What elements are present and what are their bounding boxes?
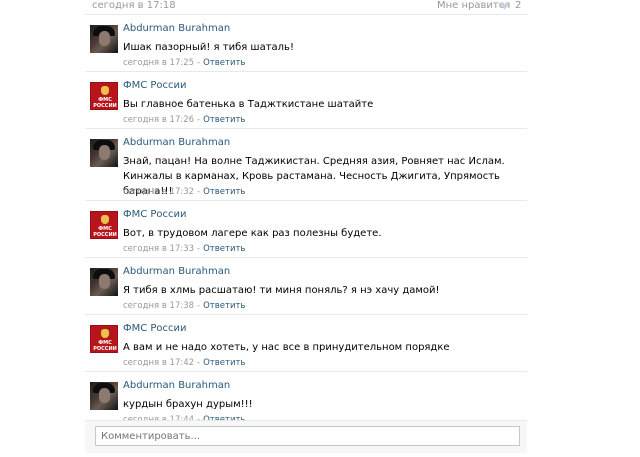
comment-meta: сегодня в 17:33- Ответить <box>123 244 245 254</box>
emblem-icon <box>101 215 109 224</box>
comment-item: Abdurman Burahman Знай, пацан! На волне … <box>85 128 527 200</box>
comment-meta: сегодня в 17:25- Ответить <box>123 58 245 68</box>
reply-button[interactable]: Ответить <box>203 115 245 125</box>
reply-button[interactable]: Ответить <box>203 358 245 368</box>
comment-item: ФМС РОССИИ ФМС России Вы главное батеньк… <box>85 71 527 128</box>
comment-time[interactable]: сегодня в 17:38 <box>123 301 194 311</box>
comment-text: А вам и не надо хотеть, у нас все в прин… <box>123 342 450 353</box>
comment-author[interactable]: ФМС России <box>123 209 187 220</box>
separator: - <box>197 244 201 254</box>
emblem-icon <box>101 86 109 95</box>
comment-item: ФМС РОССИИ ФМС России А вам и не надо хо… <box>85 314 527 371</box>
comment-author[interactable]: Abdurman Burahman <box>123 137 230 148</box>
comment-text: Вы главное батенька в Таджткистане шатай… <box>123 99 374 110</box>
reply-button[interactable]: Ответить <box>203 58 245 68</box>
separator: - <box>197 358 201 368</box>
comment-time[interactable]: сегодня в 17:32 <box>123 187 194 197</box>
comments-list: Abdurman Burahman Ишак пазорный! я тибя … <box>85 14 527 427</box>
comment-meta: сегодня в 17:26- Ответить <box>123 115 245 125</box>
comment-item: Abdurman Burahman Ишак пазорный! я тибя … <box>85 14 527 71</box>
emblem-icon <box>101 329 109 338</box>
avatar[interactable] <box>90 268 118 296</box>
comment-text: Я тибя в хлмь расшатаю! ти миня поняль? … <box>123 285 440 296</box>
post-timestamp[interactable]: сегодня в 17:18 <box>92 0 176 11</box>
comment-item: Abdurman Burahman курдын брахун дурым!!!… <box>85 371 527 427</box>
comment-author[interactable]: ФМС России <box>123 80 187 91</box>
comment-text: Ишак пазорный! я тибя шаталь! <box>123 42 294 53</box>
reply-button[interactable]: Ответить <box>203 301 245 311</box>
separator: - <box>197 115 201 125</box>
avatar[interactable]: ФМС РОССИИ <box>90 325 118 353</box>
comment-author[interactable]: Abdurman Burahman <box>123 23 230 34</box>
reply-button[interactable]: Ответить <box>203 187 245 197</box>
comment-text: курдын брахун дурым!!! <box>123 399 253 410</box>
avatar[interactable] <box>90 382 118 410</box>
avatar[interactable]: ФМС РОССИИ <box>90 82 118 110</box>
comment-item: Abdurman Burahman Я тибя в хлмь расшатаю… <box>85 257 527 314</box>
comment-text: Вот, в трудовом лагере как раз полезны б… <box>123 228 382 239</box>
comment-author[interactable]: Abdurman Burahman <box>123 266 230 277</box>
comment-time[interactable]: сегодня в 17:33 <box>123 244 194 254</box>
comment-time[interactable]: сегодня в 17:26 <box>123 115 194 125</box>
comment-meta: сегодня в 17:32- Ответить <box>123 187 245 197</box>
comment-item: ФМС РОССИИ ФМС России Вот, в трудовом ла… <box>85 200 527 257</box>
comment-composer <box>85 420 527 453</box>
avatar[interactable]: ФМС РОССИИ <box>90 211 118 239</box>
comment-meta: сегодня в 17:38- Ответить <box>123 301 245 311</box>
separator: - <box>197 58 201 68</box>
avatar[interactable] <box>90 139 118 167</box>
reply-button[interactable]: Ответить <box>203 244 245 254</box>
comment-time[interactable]: сегодня в 17:42 <box>123 358 194 368</box>
avatar[interactable] <box>90 25 118 53</box>
heart-icon[interactable] <box>500 2 509 10</box>
comment-author[interactable]: ФМС России <box>123 323 187 334</box>
comment-time[interactable]: сегодня в 17:25 <box>123 58 194 68</box>
like-count: 2 <box>515 0 522 11</box>
comment-author[interactable]: Abdurman Burahman <box>123 380 230 391</box>
comment-input[interactable] <box>95 426 520 446</box>
comment-meta: сегодня в 17:42- Ответить <box>123 358 245 368</box>
separator: - <box>197 187 201 197</box>
post-footer-bar: сегодня в 17:18 Мне нравится 2 <box>0 0 640 14</box>
separator: - <box>197 301 201 311</box>
